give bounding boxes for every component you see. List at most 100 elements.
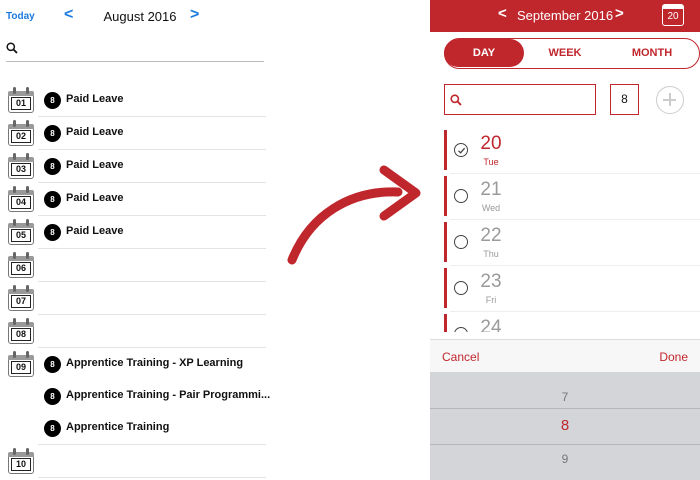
radio-circle-icon[interactable] — [454, 327, 468, 332]
day-row[interactable]: 24 — [430, 312, 700, 332]
agenda-row[interactable]: 8 Apprentice Training — [0, 412, 266, 445]
day-marker-bar — [444, 222, 447, 262]
agenda-row[interactable]: 02 8 Paid Leave — [0, 117, 266, 150]
picker-selection-line — [430, 444, 700, 445]
calendar-day-icon-ring — [13, 318, 16, 325]
calendar-day-number: 10 — [11, 458, 31, 471]
event-title: Paid Leave — [66, 159, 124, 171]
agenda-row[interactable]: 03 8 Paid Leave — [0, 150, 266, 183]
calendar-day-number: 01 — [11, 97, 31, 110]
calendar-day-icon-ring — [26, 153, 29, 160]
day-weekday: Wed — [481, 203, 501, 213]
calendar-day-icon-ring — [13, 87, 16, 94]
calendar-day-icon-bar — [8, 452, 34, 457]
tab-week[interactable]: WEEK — [525, 39, 605, 67]
picker-option[interactable]: 8 — [430, 417, 700, 434]
previous-month-button[interactable]: < — [64, 6, 73, 24]
radio-circle-icon[interactable] — [454, 235, 468, 249]
agenda-row[interactable]: 01 8 Paid Leave — [0, 84, 266, 117]
agenda-row[interactable]: 06 — [0, 249, 266, 282]
month-title: August 2016 — [103, 9, 177, 24]
calendar-day-icon-bar — [8, 124, 34, 129]
day-row[interactable]: 23 Fri — [430, 266, 700, 312]
radio-circle-icon[interactable] — [454, 189, 468, 203]
day-row[interactable]: 21 Wed — [430, 174, 700, 220]
calendar-day-icon-ring — [13, 186, 16, 193]
calendar-day-icon-ring — [13, 351, 16, 358]
checkmark-circle-icon[interactable] — [454, 143, 468, 157]
day-number: 21 — [480, 179, 502, 200]
calendar-day-icon-ring — [26, 120, 29, 127]
add-icon[interactable] — [656, 86, 684, 114]
calendar-day-icon-ring — [13, 153, 16, 160]
day-marker-bar — [444, 314, 447, 332]
calendar-day-icon-bar — [8, 190, 34, 195]
calendar-day-number: 05 — [11, 229, 31, 242]
calendar-day-icon-bar — [8, 355, 34, 360]
calendar-day-icon-ring — [26, 87, 29, 94]
next-month-button[interactable]: > — [615, 5, 624, 22]
day-row[interactable]: 20 Tue — [430, 128, 700, 174]
picker-selection-line — [430, 408, 700, 409]
hours-badge: 8 — [44, 191, 61, 208]
calendar-day-icon-ring — [13, 285, 16, 292]
tab-month[interactable]: MONTH — [605, 39, 699, 67]
today-button[interactable]: Today — [6, 11, 35, 22]
number-picker-wheel[interactable]: 7 8 9 — [430, 372, 700, 480]
search-field[interactable] — [6, 38, 264, 62]
agenda-row[interactable]: 09 8 Apprentice Training - XP Learning — [0, 348, 266, 380]
cancel-button[interactable]: Cancel — [442, 350, 479, 364]
agenda-row[interactable]: 07 — [0, 282, 266, 315]
day-row[interactable]: 22 Thu — [430, 220, 700, 266]
event-title: Paid Leave — [66, 192, 124, 204]
calendar-day-icon-ring — [13, 252, 16, 259]
picker-toolbar: Cancel Done — [430, 339, 700, 372]
search-input[interactable] — [444, 84, 596, 115]
done-button[interactable]: Done — [659, 350, 688, 364]
picker-option[interactable]: 7 — [430, 390, 700, 404]
calendar-day-icon-bar — [8, 157, 34, 162]
calendar-day-icon-bar — [8, 289, 34, 294]
hours-badge: 8 — [44, 125, 61, 142]
calendar-day-number: 02 — [11, 130, 31, 143]
checkmark-icon — [457, 147, 465, 154]
day-picker-view: < September 2016 > 20 DAY WEEK MONTH 8 2… — [430, 0, 700, 480]
radio-circle-icon[interactable] — [454, 281, 468, 295]
calendar-day-icon-ring — [26, 252, 29, 259]
calendar-day-icon-bar — [8, 256, 34, 261]
calendar-day-number: 06 — [11, 262, 31, 275]
agenda-row[interactable]: 05 8 Paid Leave — [0, 216, 266, 249]
hours-badge: 8 — [44, 388, 61, 405]
day-number: 24 — [480, 317, 502, 332]
hours-badge: 8 — [44, 356, 61, 373]
agenda-row[interactable]: 04 8 Paid Leave — [0, 183, 266, 216]
row-separator — [38, 477, 266, 478]
day-weekday: Thu — [483, 249, 499, 259]
day-marker-bar — [444, 130, 447, 170]
tab-day[interactable]: DAY — [444, 39, 524, 67]
agenda-row[interactable]: 8 Apprentice Training - Pair Programmi... — [0, 380, 270, 412]
next-month-button[interactable]: > — [190, 6, 199, 24]
day-number: 23 — [480, 271, 502, 292]
calendar-day-icon-ring — [26, 186, 29, 193]
day-weekday: Tue — [483, 157, 499, 167]
calendar-day-icon: 09 — [8, 351, 34, 377]
screenshot-stage: Today < August 2016 > 01 8 Paid Leave 02 8 Pa… — [0, 0, 700, 480]
picker-option[interactable]: 9 — [430, 452, 700, 466]
calendar-day-icon-bar — [8, 322, 34, 327]
calendar-day-icon-bar — [8, 223, 34, 228]
event-title: Paid Leave — [66, 225, 124, 237]
calendar-day-icon: 02 — [8, 120, 34, 146]
calendar-icon[interactable]: 20 — [662, 4, 684, 26]
hours-field[interactable]: 8 — [610, 84, 639, 115]
agenda-row[interactable]: 10 — [0, 445, 266, 478]
calendar-day-number: 04 — [11, 196, 31, 209]
agenda-row[interactable]: 08 — [0, 315, 266, 348]
event-title: Apprentice Training - Pair Programmi... — [66, 389, 271, 401]
header-bar: < September 2016 > 20 — [430, 0, 700, 32]
event-title: Apprentice Training - XP Learning — [66, 357, 244, 369]
calendar-icon-day: 20 — [667, 11, 679, 22]
calendar-day-icon: 07 — [8, 285, 34, 311]
calendar-day-icon: 04 — [8, 186, 34, 212]
calendar-day-number: 07 — [11, 295, 31, 308]
